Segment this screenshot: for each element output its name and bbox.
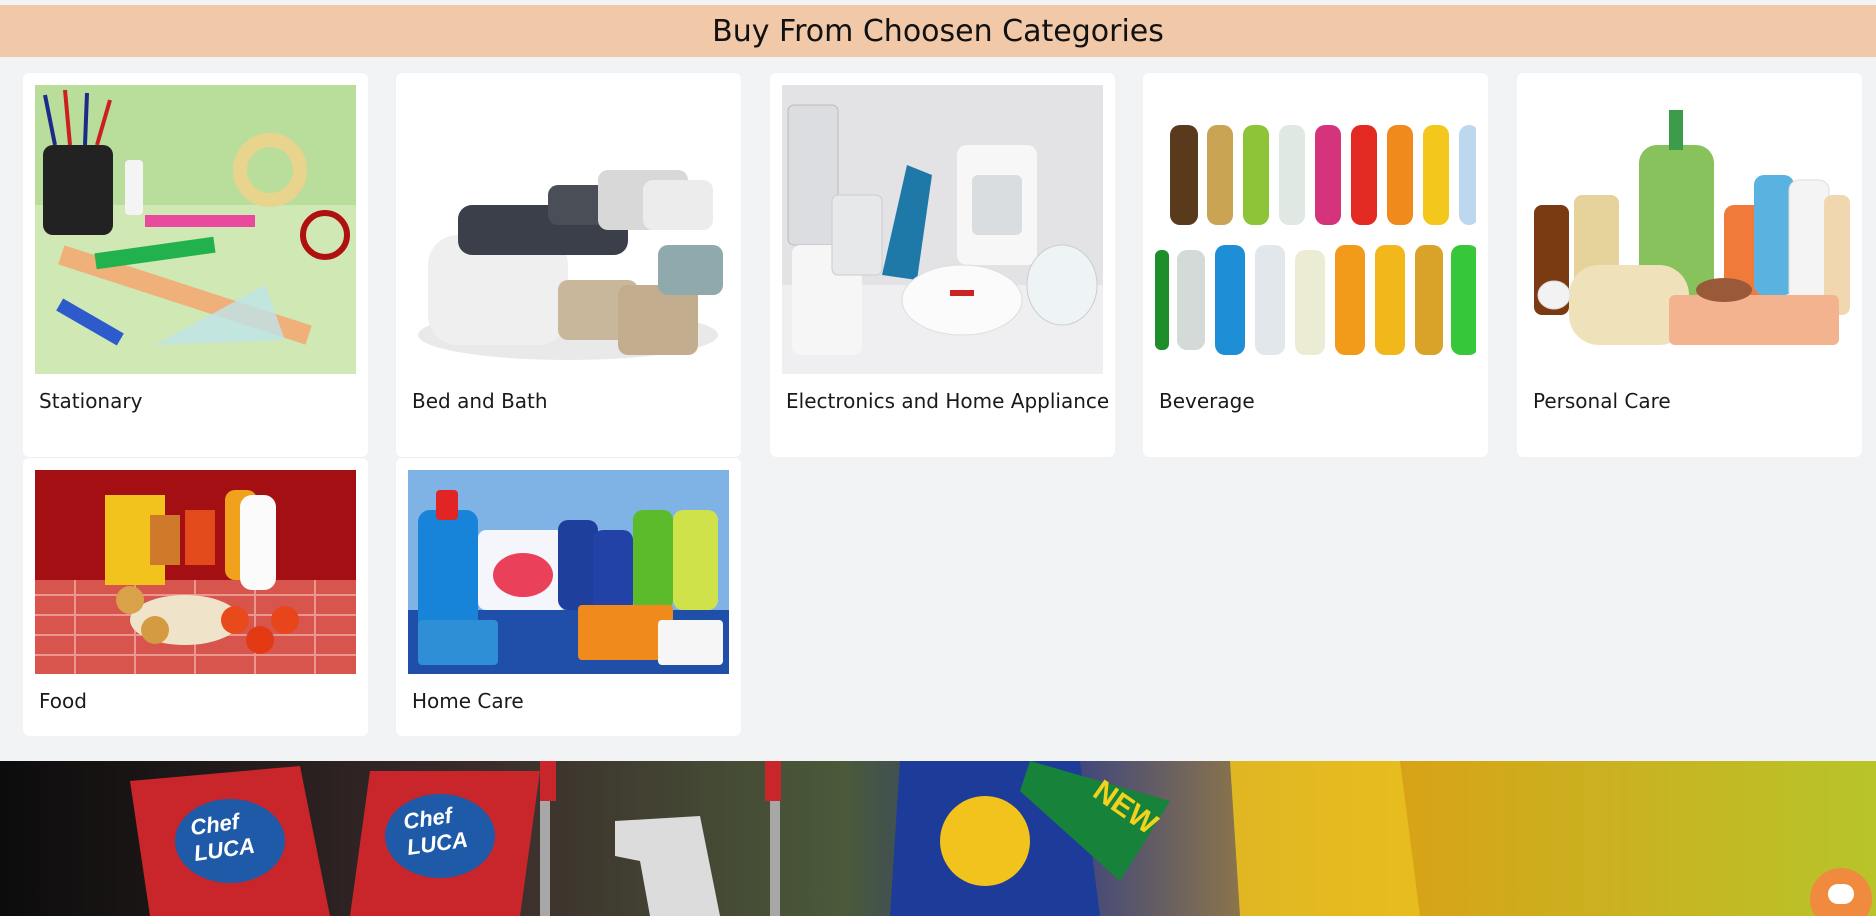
category-label-stationary: Stationary: [39, 389, 143, 413]
category-label-food: Food: [39, 689, 87, 713]
home-care-image: [408, 470, 729, 674]
category-card-beverage[interactable]: Beverage: [1143, 73, 1488, 457]
category-label-bed-and-bath: Bed and Bath: [412, 389, 548, 413]
promo-banner[interactable]: Chef LUCA Chef LUCA NEW: [0, 761, 1876, 916]
chat-icon: [1828, 884, 1854, 904]
food-image: [35, 470, 356, 674]
category-card-personal-care[interactable]: Personal Care: [1517, 73, 1862, 457]
category-card-stationary[interactable]: Stationary: [23, 73, 368, 457]
bed-and-bath-image: [408, 85, 729, 374]
section-title: Buy From Choosen Categories: [712, 13, 1164, 49]
category-label-beverage: Beverage: [1159, 389, 1255, 413]
category-card-electronics[interactable]: Electronics and Home Appliance: [770, 73, 1115, 457]
electronics-image: [782, 85, 1103, 374]
category-card-food[interactable]: Food: [23, 458, 368, 736]
category-card-home-care[interactable]: Home Care: [396, 458, 741, 736]
category-label-electronics: Electronics and Home Appliance: [786, 389, 1110, 413]
section-header: Buy From Choosen Categories: [0, 5, 1876, 57]
stationary-image: [35, 85, 356, 374]
category-label-home-care: Home Care: [412, 689, 524, 713]
beverage-image: [1155, 85, 1476, 374]
category-label-personal-care: Personal Care: [1533, 389, 1671, 413]
category-card-bed-and-bath[interactable]: Bed and Bath: [396, 73, 741, 457]
personal-care-image: [1529, 85, 1850, 374]
